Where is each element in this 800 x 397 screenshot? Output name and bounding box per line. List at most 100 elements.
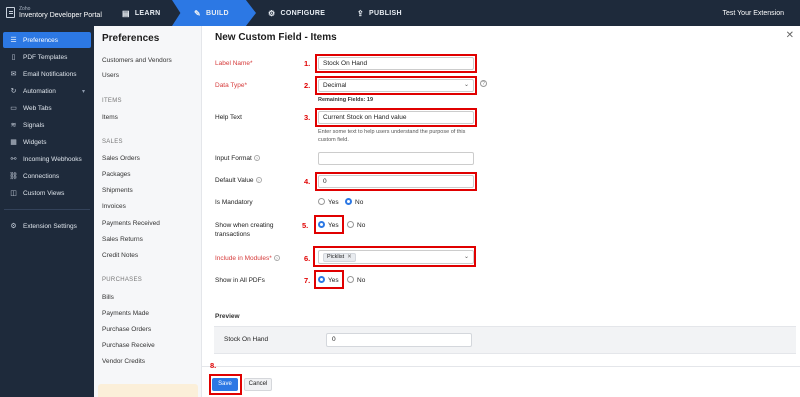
pref-link-purchase-orders[interactable]: Purchase Orders bbox=[102, 326, 151, 333]
help-text-hint: Enter some text to help users understand… bbox=[318, 129, 466, 143]
custom-field-form: New Custom Field - Items ✕ Label Name* 1… bbox=[202, 26, 800, 397]
widget-icon: ▦ bbox=[10, 139, 17, 146]
automation-icon: ↻ bbox=[10, 88, 17, 95]
annotation-number: 2. bbox=[304, 81, 311, 90]
pref-link-vendor-credits[interactable]: Vendor Credits bbox=[102, 358, 145, 365]
sidebar-item-pdf-templates[interactable]: ▯ PDF Templates bbox=[3, 49, 91, 65]
radio-unchecked bbox=[347, 276, 354, 283]
input-format-label: Input Format? bbox=[215, 155, 260, 162]
sidebar-item-custom-views[interactable]: ◫ Custom Views bbox=[3, 185, 91, 201]
pref-link-payments-made[interactable]: Payments Made bbox=[102, 310, 149, 317]
show-creating-no-radio[interactable]: No bbox=[347, 221, 365, 229]
mail-icon: ✉ bbox=[10, 71, 17, 78]
pref-link-users[interactable]: Users bbox=[102, 72, 119, 79]
include-modules-label: Include in Modules*? bbox=[215, 255, 280, 262]
sidebar-item-label: Web Tabs bbox=[23, 104, 52, 112]
sidebar-item-label: Signals bbox=[23, 121, 45, 129]
mandatory-no-radio[interactable]: No bbox=[345, 198, 363, 206]
book-icon: ▤ bbox=[122, 8, 130, 18]
test-extension-link[interactable]: Test Your Extension bbox=[723, 0, 785, 26]
footer-divider bbox=[202, 366, 800, 367]
step-configure[interactable]: ⚙ CONFIGURE bbox=[268, 0, 325, 26]
show-pdfs-no-radio[interactable]: No bbox=[347, 276, 365, 284]
document-icon: ▯ bbox=[11, 54, 16, 61]
pref-link-shipments[interactable]: Shipments bbox=[102, 187, 133, 194]
help-text-label: Help Text bbox=[215, 114, 242, 121]
annotation-number: 3. bbox=[304, 113, 311, 122]
sidebar-item-label: Connections bbox=[23, 172, 60, 180]
sidebar-item-connections[interactable]: ⛓ Connections bbox=[3, 168, 91, 184]
annotation-box bbox=[315, 54, 477, 73]
sliders-icon: ☰ bbox=[10, 37, 17, 44]
sidebar: ☰ Preferences ▯ PDF Templates ✉ Email No… bbox=[0, 26, 94, 397]
annotation-box bbox=[314, 270, 344, 289]
annotation-number: 1. bbox=[304, 59, 311, 68]
logo-icon bbox=[6, 7, 15, 18]
pref-link-invoices[interactable]: Invoices bbox=[102, 203, 126, 210]
mandatory-yes-label: Yes bbox=[328, 199, 339, 206]
annotation-box bbox=[314, 215, 344, 234]
upload-icon: ⇪ bbox=[357, 8, 365, 18]
include-modules-label-text: Include in Modules* bbox=[215, 255, 272, 262]
app-logo[interactable]: Zoho Inventory Developer Portal bbox=[6, 6, 102, 22]
pref-link-sales-returns[interactable]: Sales Returns bbox=[102, 236, 143, 243]
step-learn-label: LEARN bbox=[134, 9, 161, 17]
sidebar-item-signals[interactable]: ≋ Signals bbox=[3, 117, 91, 133]
show-creating-no-label: No bbox=[357, 222, 366, 229]
annotation-box bbox=[315, 172, 477, 191]
help-icon[interactable]: ? bbox=[253, 155, 260, 161]
help-icon[interactable]: ? bbox=[273, 255, 280, 261]
sidebar-item-widgets[interactable]: ▦ Widgets bbox=[3, 134, 91, 150]
pref-link-payments-received[interactable]: Payments Received bbox=[102, 220, 160, 227]
sidebar-item-automation[interactable]: ↻ Automation ▾ bbox=[3, 83, 91, 99]
pref-link-sales-orders[interactable]: Sales Orders bbox=[102, 155, 140, 162]
pref-link-items[interactable]: Items bbox=[102, 114, 118, 121]
annotation-number: 5. bbox=[302, 221, 309, 230]
help-icon[interactable]: ? bbox=[255, 177, 262, 183]
pref-link-purchase-receive[interactable]: Purchase Receive bbox=[102, 342, 155, 349]
step-publish[interactable]: ⇪ PUBLISH bbox=[357, 0, 402, 26]
preview-input[interactable]: 0 bbox=[326, 333, 472, 347]
pref-link-credit-notes[interactable]: Credit Notes bbox=[102, 252, 138, 259]
pref-link-packages[interactable]: Packages bbox=[102, 171, 131, 178]
custom-modules-card[interactable] bbox=[98, 384, 198, 397]
sidebar-item-extension-settings[interactable]: ⚙ Extension Settings bbox=[3, 218, 91, 234]
pref-link-bills[interactable]: Bills bbox=[102, 294, 114, 301]
top-bar: Zoho Inventory Developer Portal ▤ LEARN … bbox=[0, 0, 800, 26]
step-learn[interactable]: ▤ LEARN bbox=[122, 0, 160, 26]
sidebar-item-label: PDF Templates bbox=[23, 53, 68, 61]
close-icon[interactable]: ✕ bbox=[786, 30, 794, 41]
sidebar-item-label: Custom Views bbox=[23, 189, 65, 197]
link-icon: ⛓ bbox=[9, 173, 18, 180]
annotation-number: 6. bbox=[304, 254, 311, 263]
cancel-button[interactable]: Cancel bbox=[244, 378, 272, 391]
sidebar-item-label: Incoming Webhooks bbox=[23, 155, 82, 163]
webhook-icon: ⚯ bbox=[10, 156, 17, 163]
chevron-down-icon: ▾ bbox=[81, 88, 85, 95]
sidebar-item-web-tabs[interactable]: ▭ Web Tabs bbox=[3, 100, 91, 116]
remaining-fields-text: Remaining Fields: 19 bbox=[318, 97, 374, 103]
show-when-creating-label: Show when creating transactions bbox=[215, 222, 274, 238]
step-build[interactable]: ✎ BUILD bbox=[172, 0, 256, 26]
radio-unchecked bbox=[347, 221, 354, 228]
gear-icon: ⚙ bbox=[268, 8, 276, 18]
mandatory-yes-radio[interactable]: Yes bbox=[318, 198, 339, 206]
pref-section-purchases: PURCHASES bbox=[102, 277, 143, 283]
help-icon[interactable]: ? bbox=[480, 80, 487, 87]
pref-link-customers-vendors[interactable]: Customers and Vendors bbox=[102, 57, 172, 64]
annotation-number: 7. bbox=[304, 276, 311, 285]
sidebar-item-incoming-webhooks[interactable]: ⚯ Incoming Webhooks bbox=[3, 151, 91, 167]
preview-box: Stock On Hand 0 bbox=[214, 326, 796, 354]
sidebar-item-label: Email Notifications bbox=[23, 70, 77, 78]
input-format-input[interactable] bbox=[318, 152, 474, 165]
preview-field-label: Stock On Hand bbox=[224, 336, 269, 343]
pref-section-sales: SALES bbox=[102, 139, 123, 145]
sidebar-item-preferences[interactable]: ☰ Preferences bbox=[3, 32, 91, 48]
step-publish-label: PUBLISH bbox=[369, 9, 402, 17]
step-build-label: BUILD bbox=[206, 9, 229, 17]
sidebar-item-email-notifications[interactable]: ✉ Email Notifications bbox=[3, 66, 91, 82]
radio-checked bbox=[345, 198, 352, 205]
view-icon: ◫ bbox=[10, 190, 17, 197]
label-name-label: Label Name* bbox=[215, 60, 253, 67]
preview-heading: Preview bbox=[215, 313, 240, 320]
